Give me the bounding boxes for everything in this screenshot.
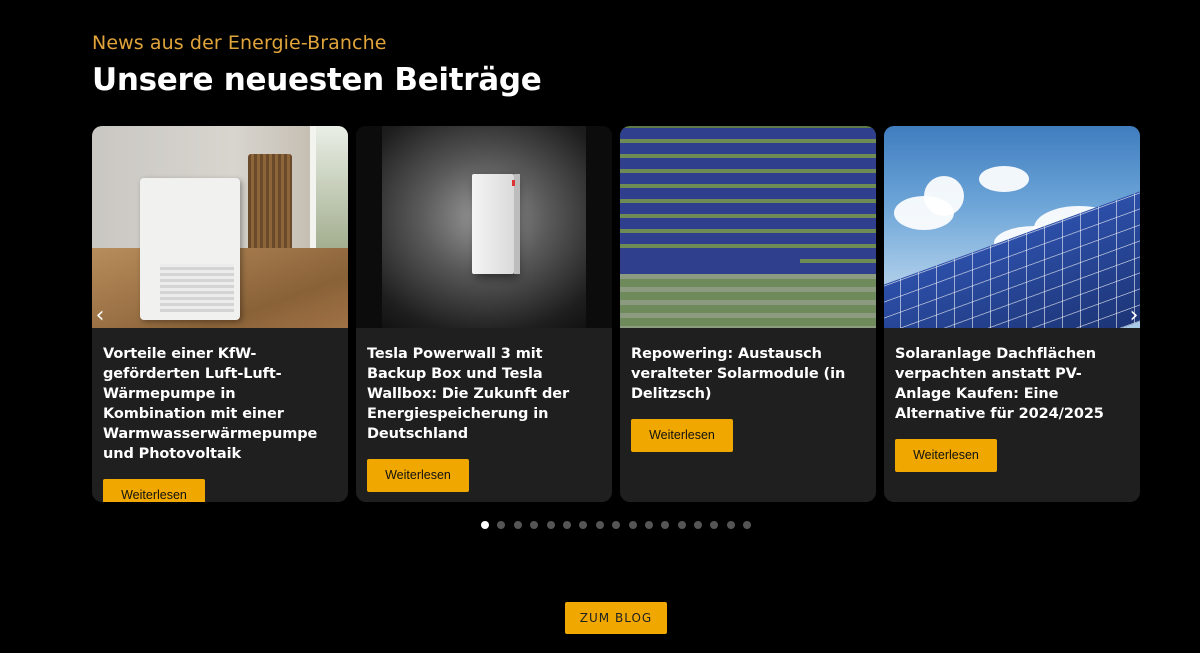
carousel-dot[interactable]: [595, 521, 604, 529]
post-title[interactable]: Solaranlage Dachflächen verpachten ansta…: [895, 344, 1130, 424]
carousel-dot[interactable]: [677, 521, 686, 529]
carousel-dot[interactable]: [644, 521, 653, 529]
carousel-dot[interactable]: [562, 521, 571, 529]
chevron-left-icon[interactable]: ‹: [90, 305, 110, 327]
carousel-dot[interactable]: [497, 521, 506, 529]
post-image-solar-roof[interactable]: [884, 126, 1140, 328]
read-more-button[interactable]: Weiterlesen: [103, 479, 205, 502]
carousel-dot[interactable]: [612, 521, 621, 529]
post-card: Solaranlage Dachflächen verpachten ansta…: [884, 126, 1140, 502]
post-title[interactable]: Repowering: Austausch veralteter Solarmo…: [631, 344, 866, 404]
carousel-dot[interactable]: [579, 521, 588, 529]
carousel-dot[interactable]: [661, 521, 670, 529]
section-title: Unsere neuesten Beiträge: [92, 62, 542, 98]
section-eyebrow: News aus der Energie-Branche: [92, 32, 387, 54]
post-image-heat-pump[interactable]: [92, 126, 348, 328]
carousel-dot[interactable]: [726, 521, 735, 529]
carousel-dot[interactable]: [710, 521, 719, 529]
carousel-dot[interactable]: [743, 521, 752, 529]
chevron-right-icon[interactable]: ›: [1124, 305, 1144, 327]
read-more-button[interactable]: Weiterlesen: [895, 439, 997, 472]
section-header: News aus der Energie-Branche Unsere neue…: [92, 32, 542, 98]
carousel-dot[interactable]: [513, 521, 522, 529]
post-card: Repowering: Austausch veralteter Solarmo…: [620, 126, 876, 502]
carousel-pagination: [481, 521, 752, 529]
to-blog-button[interactable]: ZUM BLOG: [565, 602, 667, 634]
post-card: Tesla Powerwall 3 mit Backup Box und Tes…: [356, 126, 612, 502]
post-card: Vorteile einer KfW-geförderten Luft-Luft…: [92, 126, 348, 502]
card-track: Vorteile einer KfW-geförderten Luft-Luft…: [92, 126, 1142, 502]
read-more-button[interactable]: Weiterlesen: [367, 459, 469, 492]
carousel-dot[interactable]: [694, 521, 703, 529]
carousel-dot[interactable]: [546, 521, 555, 529]
posts-carousel: Vorteile einer KfW-geförderten Luft-Luft…: [92, 126, 1142, 502]
carousel-dot[interactable]: [481, 521, 489, 529]
read-more-button[interactable]: Weiterlesen: [631, 419, 733, 452]
carousel-dot[interactable]: [530, 521, 539, 529]
post-title[interactable]: Vorteile einer KfW-geförderten Luft-Luft…: [103, 344, 338, 464]
carousel-dot[interactable]: [628, 521, 637, 529]
post-title[interactable]: Tesla Powerwall 3 mit Backup Box und Tes…: [367, 344, 602, 444]
post-image-solar-field[interactable]: [620, 126, 876, 328]
post-image-powerwall[interactable]: [356, 126, 612, 328]
